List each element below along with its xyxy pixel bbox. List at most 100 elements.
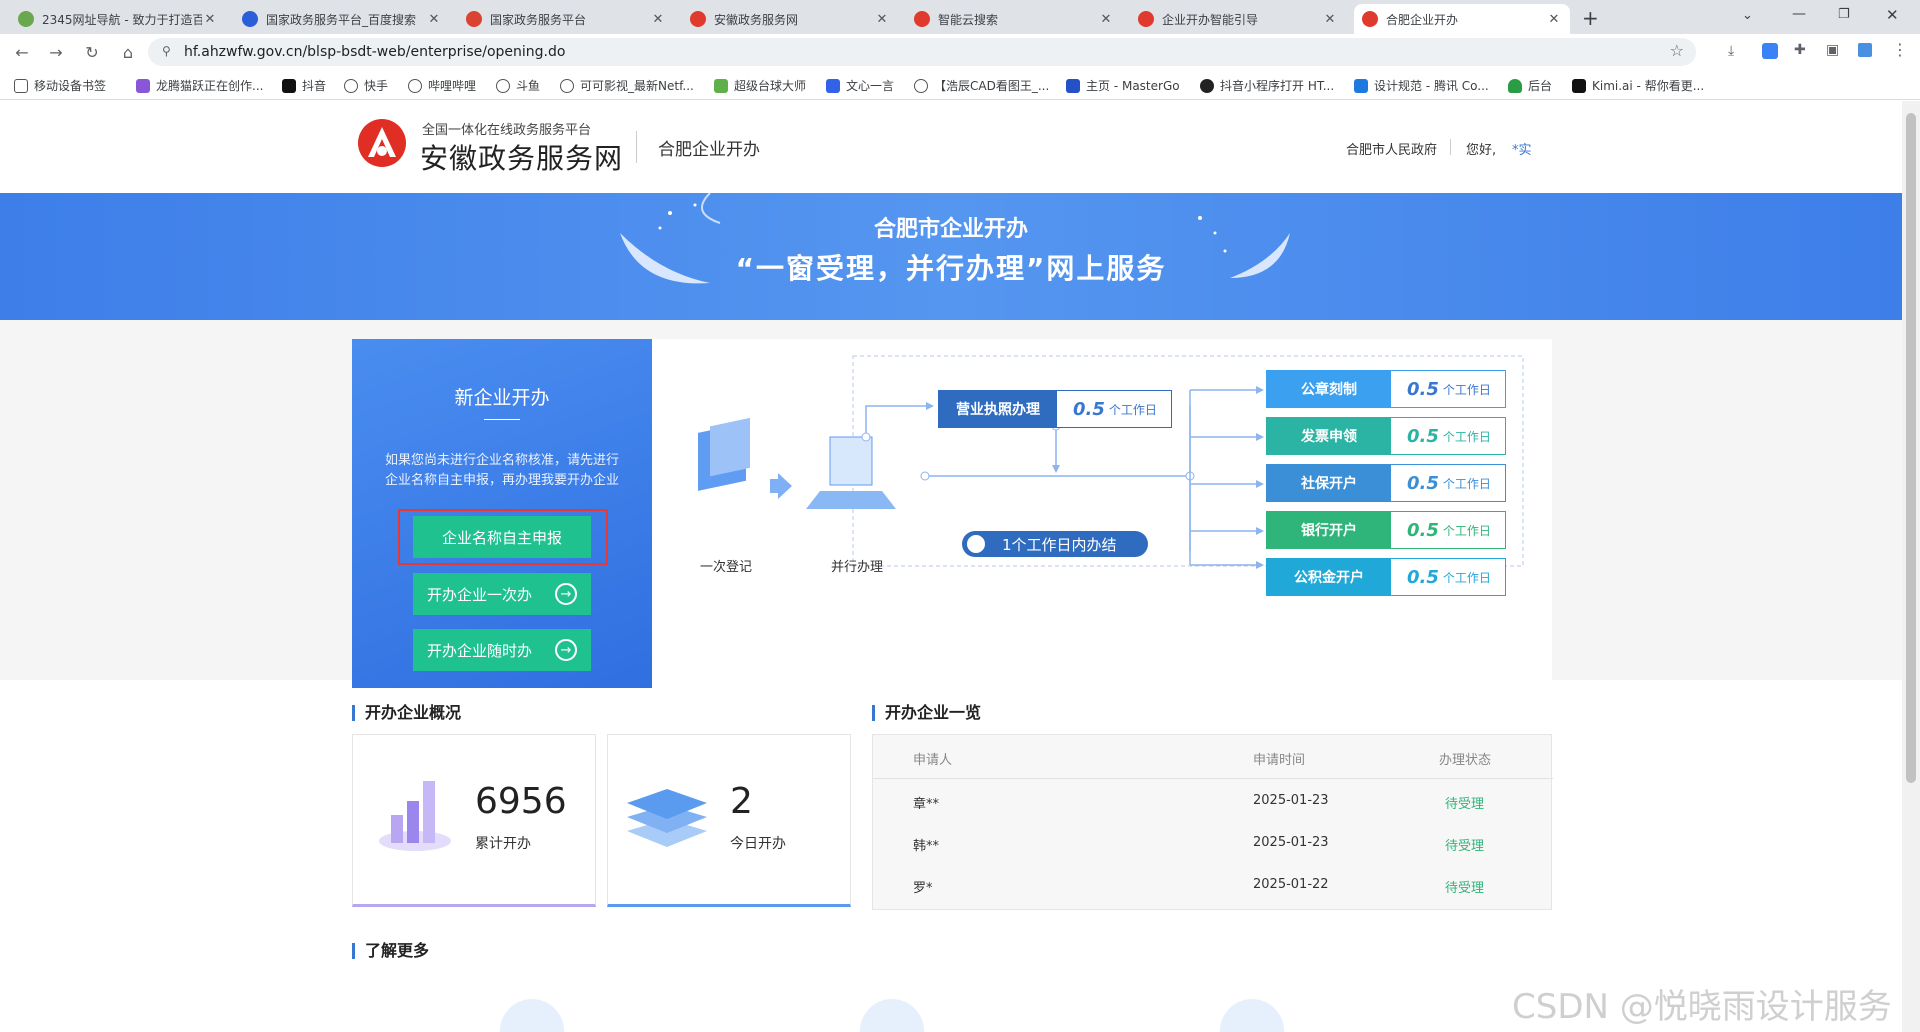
bookmark-item[interactable]: 快手 [344, 77, 388, 94]
minimize-button[interactable]: — [1792, 6, 1806, 22]
bookmark-star-icon[interactable]: ☆ [1670, 41, 1684, 60]
ahzwfw-favicon-icon [1362, 11, 1378, 27]
arrow-right-circle-icon: → [555, 639, 577, 661]
globe-icon [560, 78, 574, 93]
bookmark-item[interactable]: 龙腾猫跃正在创作... [136, 77, 263, 94]
close-icon[interactable]: ✕ [874, 12, 890, 27]
browser-tab[interactable]: 智能云搜索 ✕ [906, 4, 1122, 34]
gov-link[interactable]: 合肥市人民政府 [1346, 139, 1437, 158]
ahzwfw-favicon-icon [690, 11, 706, 27]
clock-icon [964, 532, 988, 556]
bookmark-item[interactable]: 斗鱼 [496, 77, 540, 94]
housing-fund-box: 公积金开户 0.5 个工作日 [1266, 558, 1506, 596]
bookmark-item[interactable]: 超级台球大师 [714, 77, 806, 94]
reload-icon[interactable]: ↻ [78, 38, 106, 66]
ahzwfw-logo-icon[interactable] [356, 117, 408, 169]
bookmark-item[interactable]: 移动设备书签 [14, 77, 106, 94]
today-count: 2 [730, 781, 753, 822]
guide-list-icon[interactable] [500, 999, 564, 1032]
site-info-icon[interactable]: ⚲ [162, 44, 171, 58]
divider [1450, 139, 1451, 155]
bookmark-item[interactable]: 抖音 [282, 77, 326, 94]
globe-icon [496, 78, 510, 93]
invoice-box: 发票申领 0.5 个工作日 [1266, 417, 1506, 455]
done-pill: 1个工作日内办结 [962, 531, 1148, 557]
bar-chart-icon [379, 781, 451, 851]
restore-button[interactable]: ❐ [1838, 7, 1850, 22]
arrow-right-circle-icon: → [555, 583, 577, 605]
kimi-icon [1572, 78, 1586, 93]
wenxin-icon [826, 78, 840, 93]
browser-tab[interactable]: 国家政务服务平台_百度搜索 ✕ [234, 4, 450, 34]
close-icon[interactable]: ✕ [650, 12, 666, 27]
close-icon[interactable]: ✕ [1322, 12, 1338, 27]
overview-title: 开办企业概况 [352, 705, 461, 721]
logo-title[interactable]: 安徽政务服务网 [420, 137, 623, 177]
browser-tab[interactable]: 安徽政务服务网 ✕ [682, 4, 898, 34]
close-icon[interactable]: ✕ [202, 12, 218, 27]
bookmark-item[interactable]: 可可影视_最新Netf... [560, 77, 694, 94]
browser-tab-bar: 2345网址导航 - 致力于打造百 ✕ 国家政务服务平台_百度搜索 ✕ 国家政务… [0, 0, 1920, 34]
tab-search-icon[interactable]: ⌄ [1742, 8, 1753, 23]
close-icon[interactable]: ✕ [1546, 12, 1562, 27]
browser-tab-active[interactable]: 合肥企业开办 ✕ [1354, 4, 1570, 34]
url-bar[interactable]: ⚲ hf.ahzwfw.gov.cn/blsp-bsdt-web/enterpr… [148, 38, 1696, 66]
bookmark-item[interactable]: 设计规范 - 腾讯 Co... [1354, 77, 1489, 94]
browser-tab[interactable]: 2345网址导航 - 致力于打造百 ✕ [10, 4, 226, 34]
home-icon[interactable]: ⌂ [114, 38, 142, 66]
company-table: 申请人 申请时间 办理状态 章** 2025-01-23 待受理 韩** 202… [872, 734, 1553, 910]
ahzwfw-favicon-icon [1138, 11, 1154, 27]
bookmark-item[interactable]: 哔哩哔哩 [408, 77, 476, 94]
browser-tab[interactable]: 国家政务服务平台 ✕ [458, 4, 674, 34]
banner-slogan: “一窗受理，并行办理”网上服务 [735, 252, 1167, 285]
bookmark-item[interactable]: 抖音小程序打开 HT... [1200, 77, 1334, 94]
douyin-icon [282, 78, 296, 93]
bookmark-favicon-icon [136, 78, 150, 93]
user-name-link[interactable]: *实 [1512, 139, 1532, 158]
today-label: 今日开办 [730, 836, 786, 852]
total-label: 累计开办 [475, 836, 531, 852]
bookmark-item[interactable]: 主页 - MasterGo [1066, 77, 1180, 94]
close-icon[interactable]: ✕ [1098, 12, 1114, 27]
ahzwfw-favicon-icon [914, 11, 930, 27]
bookmark-item[interactable]: 后台 [1508, 77, 1552, 94]
browser-tab[interactable]: 企业开办智能引导 ✕ [1130, 4, 1346, 34]
step-parallel-label: 并行办理 [831, 560, 884, 575]
bookmark-item[interactable]: Kimi.ai - 帮你看更... [1572, 77, 1704, 94]
open-company-once-button[interactable]: 开办企业一次办 → [413, 573, 591, 615]
bookmarks-bar: 移动设备书签 龙腾猫跃正在创作... 抖音 快手 哔哩哔哩 斗鱼 可可影视_最新… [0, 70, 1920, 100]
address-toolbar: ← → ↻ ⌂ ⚲ hf.ahzwfw.gov.cn/blsp-bsdt-web… [0, 34, 1920, 70]
profile-icon[interactable] [1858, 43, 1872, 57]
download-icon[interactable]: ⤓ [1728, 43, 1734, 59]
guide-doc-icon[interactable] [860, 999, 924, 1032]
scrollbar-thumb[interactable] [1906, 113, 1916, 783]
table-header: 申请人 申请时间 办理状态 [873, 735, 1553, 779]
panel-desc-line1: 如果您尚未进行企业名称核准，请先进行 [384, 453, 619, 468]
extensions-icon[interactable]: ✚ [1794, 42, 1806, 58]
panel-desc-line2: 企业名称自主申报，再办理我要开办企业 [384, 473, 619, 488]
total-stat-card: 6956 累计开办 [352, 734, 596, 907]
back-icon[interactable]: ← [8, 38, 36, 66]
bookmark-item[interactable]: 【浩辰CAD看图王_... [914, 77, 1049, 94]
forward-icon[interactable]: → [42, 38, 70, 66]
close-icon[interactable]: ✕ [426, 12, 442, 27]
parallel-icon [806, 436, 896, 509]
bookmark-item[interactable]: 文心一言 [826, 77, 894, 94]
window-close-button[interactable]: ✕ [1886, 6, 1899, 24]
hero-banner: 合肥市企业开办 “一窗受理，并行办理”网上服务 [0, 193, 1902, 320]
menu-icon[interactable]: ⋮ [1892, 40, 1908, 59]
sidepanel-icon[interactable]: ▣ [1826, 42, 1839, 58]
translate-icon[interactable] [1762, 43, 1778, 59]
globe-icon [344, 78, 358, 93]
divider [636, 131, 637, 163]
seal-box: 公章刻制 0.5 个工作日 [1266, 370, 1506, 408]
open-company-anytime-button[interactable]: 开办企业随时办 → [413, 629, 591, 671]
panel-title: 新企业开办 [454, 387, 550, 409]
name-declaration-button[interactable]: 企业名称自主申报 [413, 516, 591, 558]
company-list-title: 开办企业一览 [872, 705, 981, 721]
new-tab-button[interactable]: + [1582, 6, 1599, 30]
greeting-text: 您好, [1466, 143, 1497, 158]
watermark-text: CSDN @悦晓雨设计服务 [1512, 987, 1892, 1027]
guide-location-icon[interactable] [1220, 999, 1284, 1032]
vertical-scrollbar[interactable] [1902, 101, 1920, 1032]
